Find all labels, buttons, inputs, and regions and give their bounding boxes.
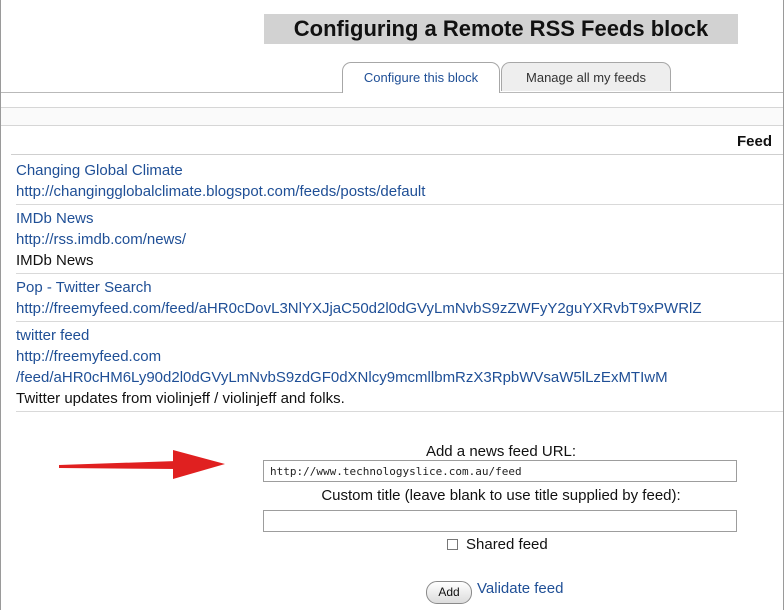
- feed-title-link[interactable]: Pop - Twitter Search: [16, 277, 783, 298]
- feed-column-header: Feed: [737, 133, 773, 150]
- feed-row: Changing Global Climate http://changingg…: [16, 160, 783, 205]
- red-arrow-icon: [59, 450, 225, 479]
- add-button[interactable]: Add: [426, 581, 472, 604]
- tab-bar: Configure this block Manage all my feeds: [1, 62, 783, 93]
- header-divider: [11, 154, 783, 155]
- shared-feed-checkbox[interactable]: [447, 538, 458, 550]
- feed-row: Pop - Twitter Search http://freemyfeed.c…: [16, 277, 783, 322]
- feed-url-link[interactable]: http://changingglobalclimate.blogspot.co…: [16, 181, 783, 202]
- feed-title-link[interactable]: IMDb News: [16, 208, 783, 229]
- feed-url-link[interactable]: http://rss.imdb.com/news/: [16, 229, 783, 250]
- feed-title-link[interactable]: twitter feed: [16, 325, 783, 346]
- custom-title-input[interactable]: [263, 510, 737, 532]
- feed-url-label: Add a news feed URL:: [425, 443, 577, 460]
- table-top-band: [1, 107, 783, 126]
- custom-title-label: Custom title (leave blank to use title s…: [321, 487, 681, 504]
- shared-feed-label: Shared feed: [466, 536, 548, 553]
- feed-description: IMDb News: [16, 252, 94, 269]
- feed-url-link[interactable]: http://freemyfeed.com: [16, 346, 783, 367]
- feed-url-link-continued[interactable]: /feed/aHR0cHM6Ly90d2l0dGVyLmNvbS9zdGF0dX…: [16, 367, 783, 388]
- feed-description: Twitter updates from violinjeff / violin…: [16, 390, 345, 407]
- feed-title-link[interactable]: Changing Global Climate: [16, 160, 783, 181]
- feed-url-link[interactable]: http://freemyfeed.com/feed/aHR0cDovL3NlY…: [16, 298, 783, 319]
- shared-feed-row: Shared feed: [447, 536, 548, 556]
- feed-row: twitter feed http://freemyfeed.com /feed…: [16, 325, 783, 412]
- tab-manage-feeds[interactable]: Manage all my feeds: [501, 62, 671, 91]
- page-title: Configuring a Remote RSS Feeds block: [264, 14, 738, 44]
- tab-configure-block[interactable]: Configure this block: [342, 62, 500, 93]
- feed-url-input[interactable]: [263, 460, 737, 482]
- feed-list: Changing Global Climate http://changingg…: [16, 160, 783, 415]
- feed-row: IMDb News http://rss.imdb.com/news/ IMDb…: [16, 208, 783, 274]
- validate-feed-link[interactable]: Validate feed: [477, 580, 563, 597]
- page: Configuring a Remote RSS Feeds block Con…: [0, 0, 784, 610]
